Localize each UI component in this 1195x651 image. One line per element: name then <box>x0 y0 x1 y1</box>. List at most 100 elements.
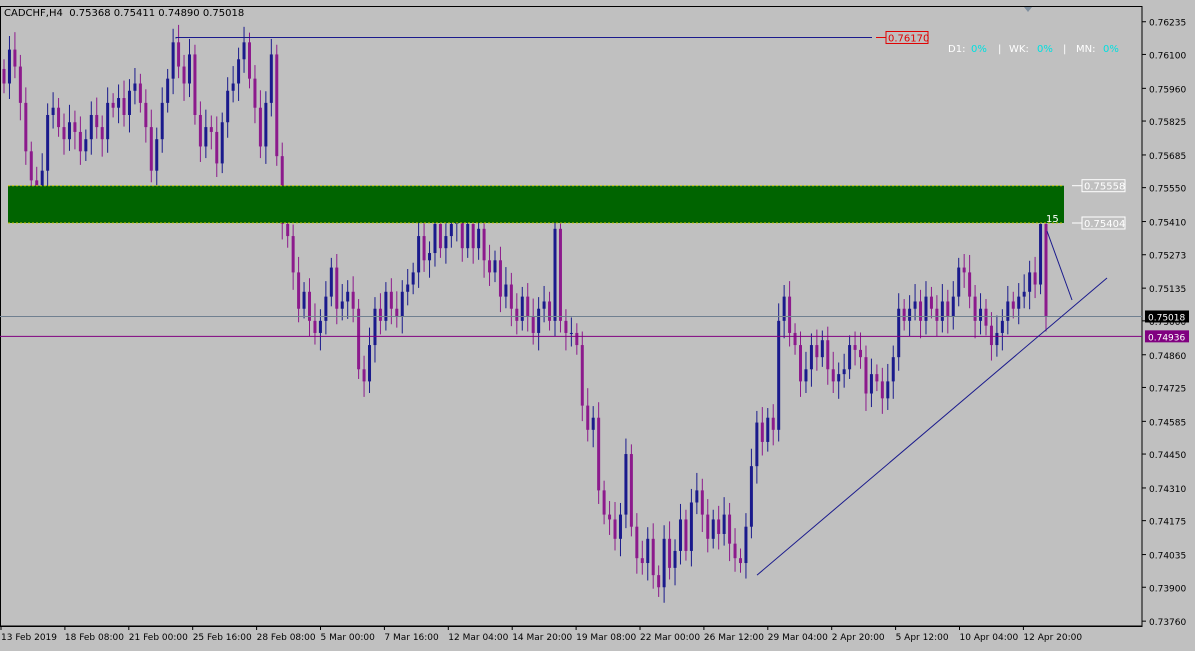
candle-body <box>989 325 993 346</box>
candle-body <box>1017 296 1021 309</box>
candle-body <box>166 78 170 103</box>
candle-body <box>329 267 333 297</box>
candle <box>984 299 988 336</box>
candle-body <box>591 417 595 430</box>
candle-body <box>526 296 530 316</box>
candle-body <box>733 543 737 559</box>
high-price: 0.75411 <box>113 8 156 19</box>
y-tick-label: 0.74175 <box>1149 518 1186 528</box>
candle <box>602 480 606 525</box>
candle-body <box>984 308 988 326</box>
candle <box>67 104 71 151</box>
y-tick-label: 0.73900 <box>1149 584 1186 594</box>
candle-body <box>258 107 262 147</box>
candle-body <box>1000 320 1004 333</box>
candle <box>122 80 126 127</box>
candle-body <box>95 114 99 128</box>
candle <box>29 141 33 191</box>
chart-window[interactable]: 15 D1: 0% | WK: 0% | MN: 0% 0.76170 0.75558 0.75404… <box>0 0 1195 651</box>
candle-body <box>237 59 241 84</box>
current-price-label: 0.75018 <box>1148 313 1185 323</box>
candle <box>782 285 786 339</box>
candle-body <box>673 550 677 568</box>
candle <box>733 528 737 572</box>
zone-top-label: 0.75558 <box>1084 182 1125 193</box>
candle-body <box>444 236 448 249</box>
candle-body <box>651 538 655 576</box>
candle <box>362 355 366 397</box>
candle-body <box>826 340 830 370</box>
price-chart[interactable]: 15 D1: 0% | WK: 0% | MN: 0% 0.76170 0.75558 0.75404… <box>0 0 1195 651</box>
candle-body <box>187 54 191 84</box>
y-tick-label: 0.74310 <box>1149 485 1186 495</box>
candle <box>924 281 928 335</box>
candle <box>247 32 251 89</box>
candle-body <box>777 320 781 430</box>
candle <box>384 282 388 331</box>
candle <box>968 254 972 309</box>
candle <box>106 87 110 153</box>
candle <box>891 345 895 399</box>
candle <box>84 129 88 161</box>
candle-body <box>973 296 977 321</box>
candle-body <box>433 223 437 254</box>
candle <box>624 438 628 529</box>
candle-body <box>122 98 126 115</box>
x-tick-label: 22 Mar 00:00 <box>640 633 700 643</box>
candle <box>193 44 197 125</box>
candle-body <box>78 131 82 152</box>
candle <box>1000 309 1004 351</box>
candle <box>558 211 562 333</box>
candle <box>793 323 797 355</box>
candle <box>297 256 301 323</box>
candle-body <box>193 54 197 115</box>
candle <box>711 509 715 549</box>
candle <box>799 331 803 397</box>
candle <box>378 293 382 335</box>
candle <box>548 291 552 331</box>
candle <box>946 289 950 334</box>
low-price: 0.74890 <box>158 8 200 19</box>
projection-line <box>1046 230 1073 301</box>
candle-body <box>580 345 584 406</box>
candle-body <box>548 301 552 321</box>
candle <box>269 38 273 117</box>
candle-body <box>466 223 470 249</box>
candle <box>760 407 764 456</box>
x-tick-label: 12 Apr 20:00 <box>1023 633 1082 643</box>
candle-body <box>62 127 66 140</box>
candle-body <box>640 558 644 564</box>
symbol-info: CADCHF,H4 0.75368 0.75411 0.74890 0.7501… <box>4 8 244 19</box>
candle-body <box>18 66 22 103</box>
x-tick-label: 18 Feb 08:00 <box>65 633 124 643</box>
candle <box>777 303 781 442</box>
candle-body <box>133 83 137 91</box>
candle <box>940 284 944 333</box>
candle-body <box>820 340 824 358</box>
candle <box>308 278 312 337</box>
candle-body <box>662 538 666 588</box>
candle-body <box>919 301 923 321</box>
candle-body <box>471 223 475 249</box>
candle <box>618 502 622 557</box>
candle-body <box>357 308 361 370</box>
candle-body <box>913 301 917 309</box>
candle <box>346 280 350 319</box>
candle-body <box>968 272 972 297</box>
candle <box>389 278 393 325</box>
supply-zone <box>8 185 1064 223</box>
x-tick-label: 13 Feb 2019 <box>1 633 57 643</box>
candle-body <box>515 308 519 321</box>
candle <box>597 402 601 504</box>
candle-body <box>406 284 410 292</box>
candle <box>155 127 159 189</box>
candle <box>237 47 241 101</box>
candle <box>1028 260 1032 310</box>
y-tick-label: 0.75273 <box>1149 252 1186 262</box>
candle-body <box>804 369 808 382</box>
candle-body <box>608 514 612 520</box>
candle-body <box>482 228 486 261</box>
candle-body <box>368 345 372 382</box>
candle <box>613 502 617 551</box>
wk-label: WK: <box>1009 44 1029 55</box>
